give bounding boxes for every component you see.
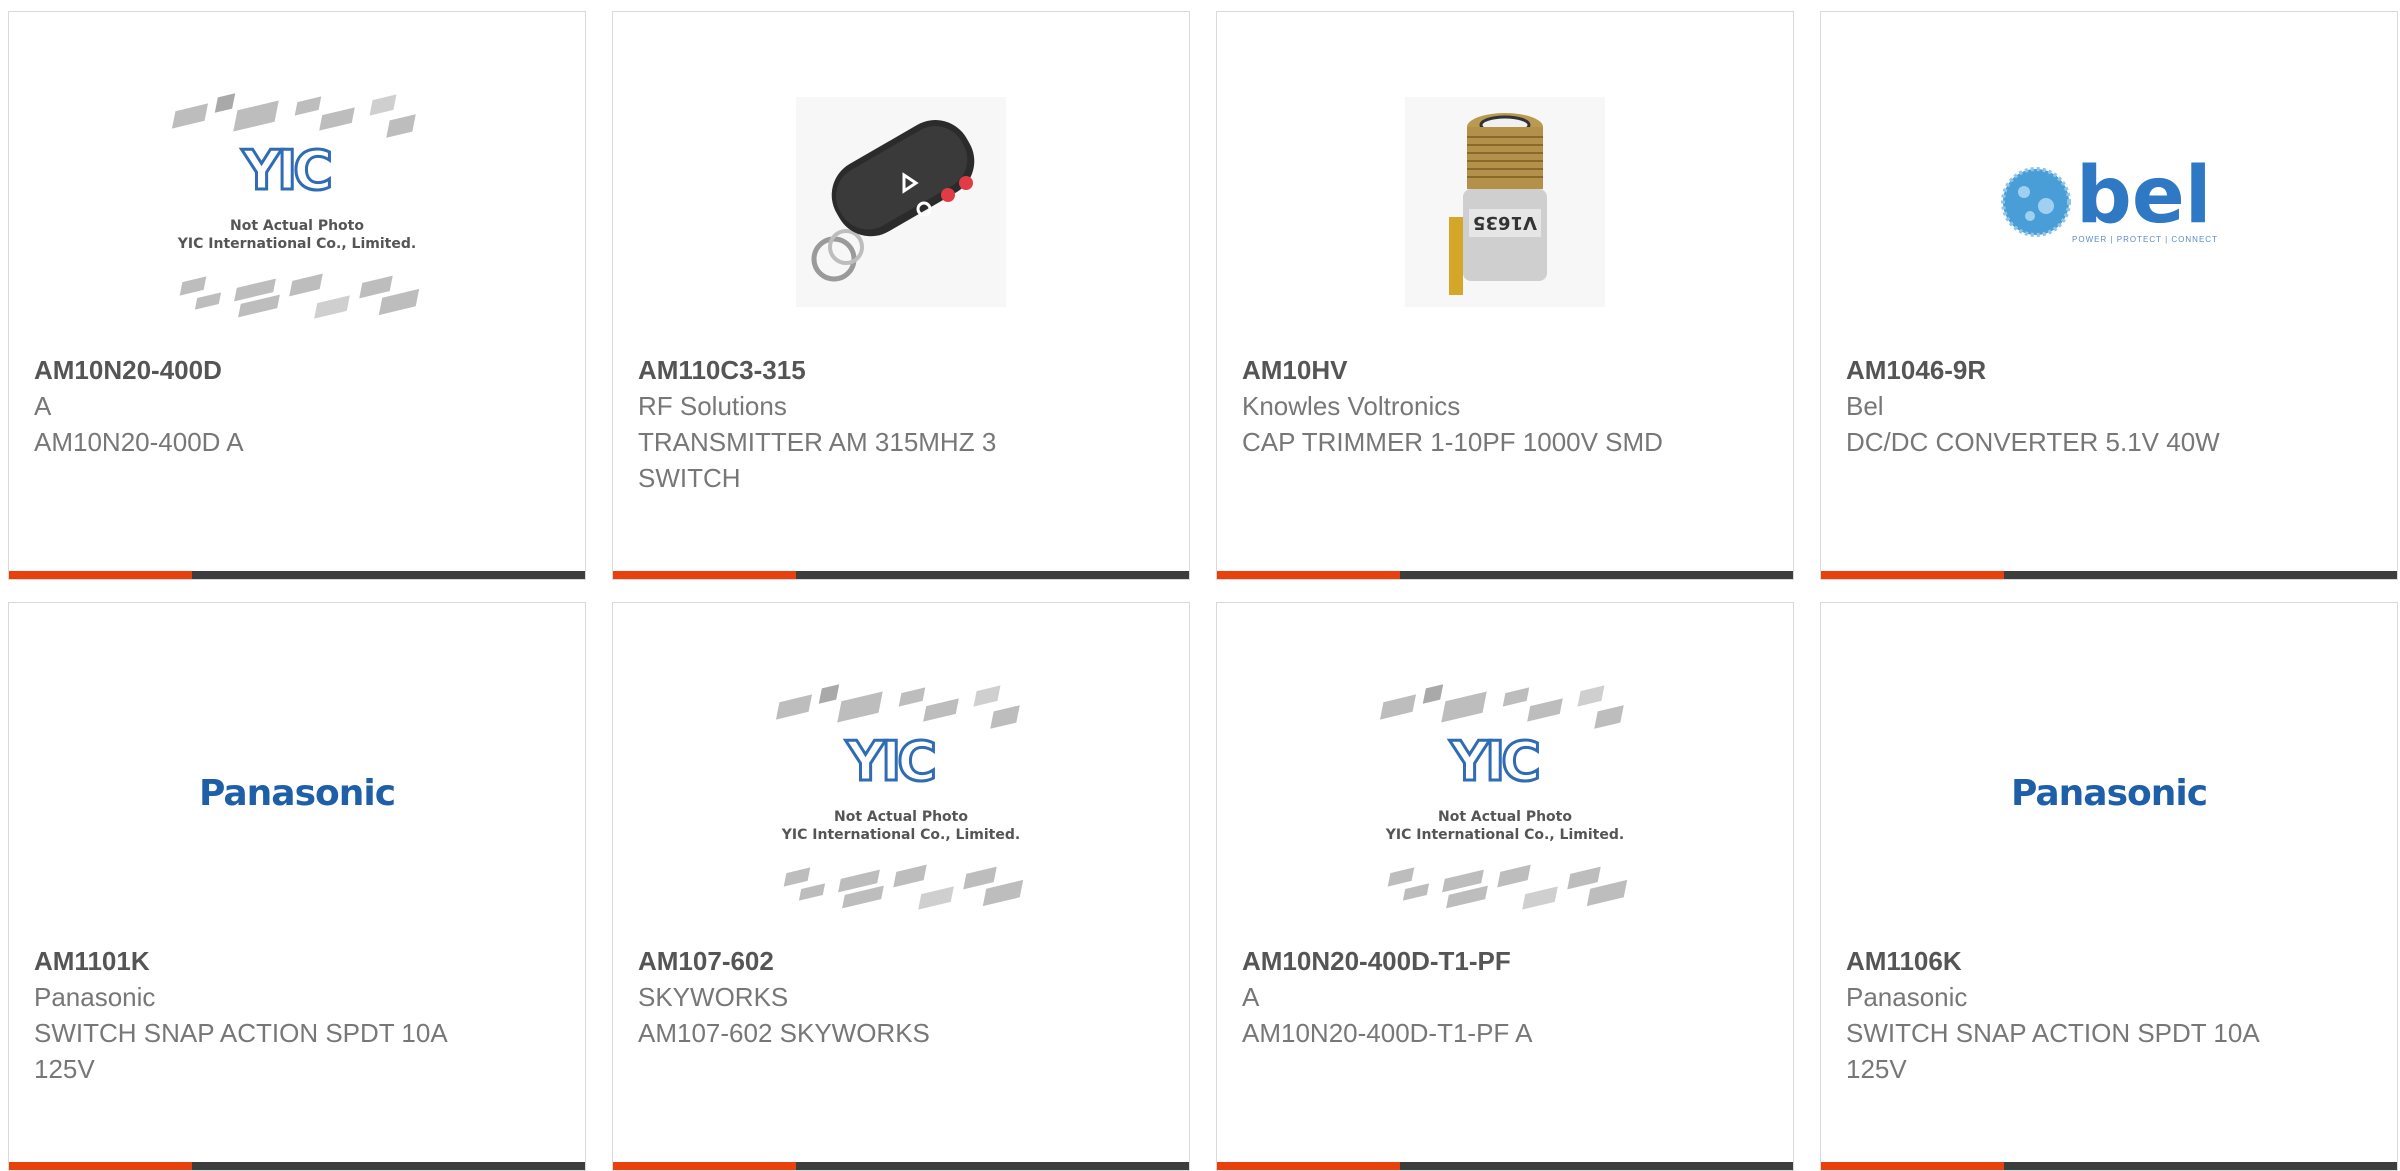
panasonic-logo: Panasonic [198,772,396,814]
panasonic-logo: Panasonic [2010,772,2208,814]
product-card[interactable]: YIC Not Actual Photo YIC International C… [8,11,586,580]
description: AM107-602 SKYWORKS [638,1018,930,1048]
part-number[interactable]: AM1101K [34,943,560,979]
part-number[interactable]: AM107-602 [638,943,1164,979]
placeholder-company: YIC International Co., Limited. [177,236,417,252]
card-footer-bar [1821,571,2397,579]
description: SWITCH SNAP ACTION SPDT 10A 125V [34,1018,447,1084]
yic-placeholder-image: YIC Not Actual Photo YIC International C… [761,668,1041,918]
placeholder-caption: Not Actual Photo [230,218,364,234]
description: DC/DC CONVERTER 5.1V 40W [1846,427,2220,457]
bel-wordmark: bel [2076,150,2212,241]
card-footer-bar [613,571,1189,579]
product-card[interactable]: V1635 AM10HV Knowles Voltronics CAP TRIM… [1216,11,1794,580]
product-image[interactable] [613,52,1189,352]
product-card[interactable]: Panasonic AM1101K Panasonic SWITCH SNAP … [8,602,586,1171]
card-footer-bar [9,1162,585,1170]
yic-placeholder-image: YIC Not Actual Photo YIC International C… [157,77,437,327]
description: AM10N20-400D A [34,427,244,457]
product-image[interactable]: bel POWER | PROTECT | CONNECT [1821,52,2397,352]
card-footer-bar [1821,1162,2397,1170]
yic-logo: YIC [1449,729,1543,795]
manufacturer: Bel [1846,391,1884,421]
product-card[interactable]: YIC Not Actual Photo YIC International C… [612,602,1190,1171]
placeholder-caption: Not Actual Photo [1438,809,1572,825]
bel-globe-icon [2001,167,2072,237]
yic-placeholder-image: YIC Not Actual Photo YIC International C… [1365,668,1645,918]
card-footer-bar [1217,571,1793,579]
manufacturer: SKYWORKS [638,982,789,1012]
description: TRANSMITTER AM 315MHZ 3 SWITCH [638,427,997,493]
svg-text:V1635: V1635 [1473,212,1537,233]
card-footer-bar [9,571,585,579]
product-card[interactable]: bel POWER | PROTECT | CONNECT AM1046-9R … [1820,11,2398,580]
description: CAP TRIMMER 1-10PF 1000V SMD [1242,427,1663,457]
product-image[interactable]: YIC Not Actual Photo YIC International C… [9,52,585,352]
bel-tagline: POWER | PROTECT | CONNECT [2072,234,2218,244]
bel-logo: bel POWER | PROTECT | CONNECT [2000,150,2218,244]
placeholder-company: YIC International Co., Limited. [1385,827,1625,843]
part-number[interactable]: AM1046-9R [1846,352,2372,388]
manufacturer: Knowles Voltronics [1242,391,1461,421]
part-number[interactable]: AM10N20-400D-T1-PF [1242,943,1768,979]
manufacturer: Panasonic [1846,982,1968,1012]
card-footer-bar [1217,1162,1793,1170]
product-card[interactable]: YIC Not Actual Photo YIC International C… [1216,602,1794,1171]
part-number[interactable]: AM1106K [1846,943,2372,979]
manufacturer: A [34,391,52,421]
description: AM10N20-400D-T1-PF A [1242,1018,1533,1048]
product-image[interactable]: YIC Not Actual Photo YIC International C… [613,643,1189,943]
manufacturer: A [1242,982,1260,1012]
trimmer-capacitor-image: V1635 [1405,97,1605,307]
manufacturer: Panasonic [34,982,156,1012]
product-image[interactable]: V1635 [1217,52,1793,352]
product-image[interactable]: Panasonic [9,643,585,943]
placeholder-caption: Not Actual Photo [834,809,968,825]
part-number[interactable]: AM10HV [1242,352,1768,388]
placeholder-company: YIC International Co., Limited. [781,827,1021,843]
product-image[interactable]: Panasonic [1821,643,2397,943]
yic-logo: YIC [845,729,939,795]
part-number[interactable]: AM10N20-400D [34,352,560,388]
product-card[interactable]: Panasonic AM1106K Panasonic SWITCH SNAP … [1820,602,2398,1171]
keyfob-transmitter-image [796,97,1006,307]
product-card[interactable]: AM110C3-315 RF Solutions TRANSMITTER AM … [612,11,1190,580]
description: SWITCH SNAP ACTION SPDT 10A 125V [1846,1018,2259,1084]
card-footer-bar [613,1162,1189,1170]
yic-logo: YIC [241,138,335,204]
manufacturer: RF Solutions [638,391,787,421]
product-image[interactable]: YIC Not Actual Photo YIC International C… [1217,643,1793,943]
product-grid: YIC Not Actual Photo YIC International C… [8,11,2400,1171]
part-number[interactable]: AM110C3-315 [638,352,1164,388]
